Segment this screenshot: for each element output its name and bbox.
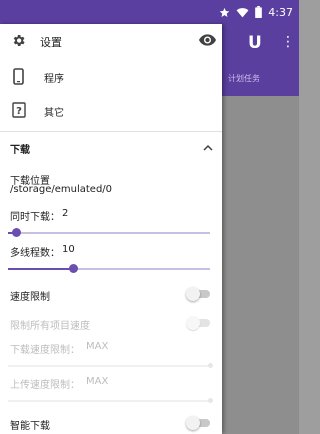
switch-thumb — [186, 416, 200, 430]
download-speed-limit-slider[interactable] — [8, 363, 213, 368]
drawer-header: 设置 — [0, 24, 222, 58]
smart-download-switch[interactable] — [186, 416, 212, 430]
switch-thumb — [186, 316, 200, 330]
switch-thumb — [186, 287, 200, 301]
upload-speed-limit-value: MAX — [86, 376, 109, 387]
menu-item-label: 程序 — [44, 74, 64, 85]
star-icon — [220, 7, 230, 17]
menu-item-label: 其它 — [44, 108, 64, 119]
status-bar: 4:37 — [0, 0, 299, 24]
upload-speed-limit-label: 上传速度限制： — [10, 380, 80, 391]
eye-icon[interactable] — [199, 34, 216, 46]
menu-item-program[interactable]: 程序 — [0, 62, 222, 90]
more-options-icon[interactable]: ⋮ — [281, 34, 295, 50]
gear-icon — [13, 35, 25, 46]
chevron-up-icon — [203, 144, 213, 151]
slider-fill — [8, 268, 73, 270]
section-title: 下载 — [10, 145, 30, 156]
upload-speed-limit-slider[interactable] — [8, 398, 213, 403]
menu-item-other[interactable]: ? 其它 — [0, 96, 222, 124]
speed-limit-label: 速度限制 — [10, 292, 50, 303]
slider-thumb[interactable] — [208, 363, 213, 368]
help-icon: ? — [12, 102, 26, 118]
slider-thumb[interactable] — [208, 398, 213, 403]
limit-all-tasks-switch[interactable] — [186, 316, 212, 330]
status-icons: 4:37 — [219, 3, 293, 21]
battery-icon — [255, 6, 263, 18]
smart-download-label: 智能下载 — [10, 421, 50, 432]
speed-limit-switch[interactable] — [186, 287, 212, 301]
limit-all-tasks-setting[interactable]: 限制所有项目速度 — [0, 315, 222, 333]
threads-label: 多线程数： — [10, 248, 60, 259]
speed-limit-setting[interactable]: 速度限制 — [0, 286, 222, 304]
app-toolbar-subtitle: 计划任务 — [228, 74, 260, 83]
limit-all-tasks-label: 限制所有项目速度 — [10, 321, 90, 332]
svg-text:?: ? — [16, 106, 22, 117]
drawer-divider — [0, 131, 222, 132]
smart-download-setting[interactable]: 智能下载 — [0, 415, 222, 433]
download-location-setting[interactable]: 下载位置 /storage/emulated/0 — [0, 172, 222, 196]
concurrent-downloads-value: 2 — [62, 208, 69, 219]
upload-speed-limit-setting: 上传速度限制： MAX — [0, 374, 222, 404]
phone-icon — [13, 68, 24, 85]
download-speed-limit-value: MAX — [86, 341, 109, 352]
slider-thumb[interactable] — [68, 264, 78, 273]
drawer-title: 设置 — [40, 36, 62, 49]
concurrent-downloads-slider[interactable] — [8, 228, 210, 237]
download-location-path: /storage/emulated/0 — [10, 184, 113, 195]
threads-setting: 多线程数： 10 — [0, 242, 222, 276]
wifi-icon — [236, 7, 249, 17]
download-section-header[interactable]: 下载 — [0, 136, 222, 160]
app-logo[interactable]: U — [248, 33, 262, 53]
status-time: 4:37 — [268, 5, 293, 19]
concurrent-downloads-label: 同时下载： — [10, 212, 60, 223]
download-speed-limit-setting: 下载速度限制： MAX — [0, 339, 222, 369]
concurrent-downloads-setting: 同时下载： 2 — [0, 206, 222, 240]
settings-drawer: 设置 程序 ? 其它 下载 下载位置 /storage/emulated/0 同… — [0, 24, 222, 434]
drawer-scrim[interactable] — [222, 96, 299, 434]
download-speed-limit-label: 下载速度限制： — [10, 345, 80, 356]
slider-thumb[interactable] — [12, 228, 22, 237]
threads-slider[interactable] — [8, 264, 210, 273]
threads-value: 10 — [62, 244, 75, 255]
